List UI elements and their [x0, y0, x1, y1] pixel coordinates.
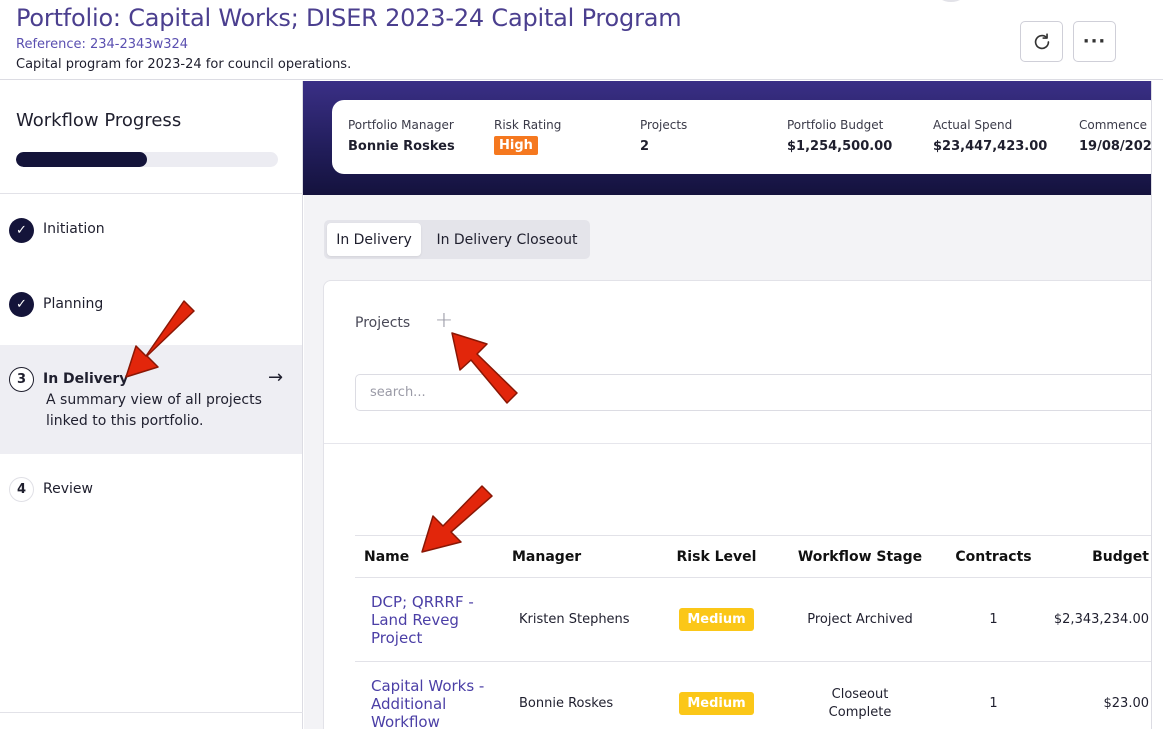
table-row[interactable]: Capital Works - Additional Workflow Bonn…	[355, 661, 1163, 729]
projects-table: Name Manager Risk Level Workflow Stage C…	[355, 535, 1163, 729]
portfolio-page: Portfolio: Capital Works; DISER 2023-24 …	[0, 0, 1163, 729]
summary-value: 2	[640, 139, 650, 154]
summary-value: 19/08/2023	[1079, 139, 1161, 154]
column-header-contracts[interactable]: Contracts	[940, 535, 1047, 578]
contracts-count: 1	[940, 661, 1047, 729]
step-description: A summary view of all projects linked to…	[46, 392, 262, 429]
summary-budget: Portfolio Budget $1,254,500.00	[787, 118, 892, 154]
summary-manager: Portfolio Manager Bonnie Roskes	[348, 118, 455, 154]
scrollbar[interactable]	[1151, 81, 1163, 729]
avatar[interactable]	[936, 0, 966, 2]
summary-label: Risk Rating	[494, 118, 562, 132]
summary-label: Commence	[1079, 118, 1148, 132]
risk-level-badge: Medium	[679, 692, 754, 715]
tab-in-delivery[interactable]: In Delivery	[327, 223, 421, 256]
check-icon: ✓	[9, 292, 34, 317]
summary-label: Portfolio Manager	[348, 118, 454, 132]
add-project-button[interactable]: +	[433, 310, 455, 333]
sidebar-step-review[interactable]: 4 Review	[0, 454, 302, 524]
workflow-progress-title: Workflow Progress	[16, 110, 182, 131]
check-icon: ✓	[9, 218, 34, 243]
refresh-icon	[1034, 32, 1049, 49]
portfolio-summary-card: Portfolio Manager Bonnie Roskes Risk Rat…	[332, 100, 1162, 174]
step-label: Initiation	[43, 221, 105, 237]
page-subtitle: Capital program for 2023-24 for council …	[16, 57, 352, 72]
workflow-stage: Project Archived	[807, 611, 913, 627]
sidebar-step-initiation[interactable]: ✓ Initiation	[0, 194, 302, 269]
column-header-stage[interactable]: Workflow Stage	[780, 535, 940, 578]
sidebar-divider	[0, 712, 303, 713]
project-link[interactable]: DCP; QRRRF - Land Reveg Project	[371, 593, 496, 647]
step-number-badge: 3	[9, 367, 34, 392]
column-header-budget[interactable]: Budget	[1047, 535, 1163, 578]
step-label: Review	[43, 481, 93, 497]
panel-divider	[324, 443, 1163, 444]
project-manager: Bonnie Roskes	[503, 661, 653, 729]
page-title: Portfolio: Capital Works; DISER 2023-24 …	[16, 4, 682, 32]
column-header-name[interactable]: Name	[355, 535, 503, 578]
contracts-count: 1	[940, 577, 1047, 662]
project-budget: $23.00	[1047, 661, 1163, 729]
step-label: Planning	[43, 296, 104, 312]
summary-commence: Commence 19/08/2023	[1079, 118, 1161, 154]
reference-text: Reference: 234-2343w324	[16, 37, 189, 52]
workflow-stage: Closeout Complete	[828, 686, 892, 720]
summary-risk: Risk Rating High	[494, 118, 561, 155]
risk-level-badge: Medium	[679, 608, 754, 631]
table-header-row: Name Manager Risk Level Workflow Stage C…	[355, 535, 1163, 578]
summary-value: Bonnie Roskes	[348, 139, 455, 154]
summary-label: Actual Spend	[933, 118, 1013, 132]
arrow-right-icon[interactable]: →	[268, 367, 283, 388]
project-link[interactable]: Capital Works - Additional Workflow	[371, 677, 496, 729]
summary-value: $23,447,423.00	[933, 139, 1048, 154]
refresh-button[interactable]	[1020, 21, 1063, 62]
workflow-progress-bar	[16, 152, 278, 167]
search-input[interactable]	[355, 374, 1163, 411]
sidebar-step-planning[interactable]: ✓ Planning	[0, 269, 302, 345]
summary-label: Portfolio Budget	[787, 118, 884, 132]
projects-label: Projects	[355, 315, 411, 331]
page-header: Portfolio: Capital Works; DISER 2023-24 …	[0, 0, 1163, 80]
summary-label: Projects	[640, 118, 688, 132]
summary-value: $1,254,500.00	[787, 139, 893, 154]
workflow-sidebar: Workflow Progress ✓ Initiation ✓ Plannin…	[0, 81, 303, 729]
summary-spend: Actual Spend $23,447,423.00	[933, 118, 1047, 154]
project-budget: $2,343,234.00	[1047, 577, 1163, 662]
more-options-button[interactable]: ···	[1073, 21, 1116, 62]
summary-projects: Projects 2	[640, 118, 687, 154]
step-label: In Delivery	[43, 371, 129, 387]
risk-badge: High	[494, 136, 538, 155]
project-manager: Kristen Stephens	[503, 577, 653, 662]
workflow-progress-fill	[16, 152, 147, 167]
tab-in-delivery-closeout[interactable]: In Delivery Closeout	[427, 223, 587, 256]
sidebar-step-in-delivery[interactable]: 3 In Delivery A summary view of all proj…	[0, 345, 302, 454]
step-number-badge: 4	[9, 477, 34, 502]
column-header-manager[interactable]: Manager	[503, 535, 653, 578]
column-header-risk[interactable]: Risk Level	[653, 535, 780, 578]
delivery-tabs: In Delivery In Delivery Closeout	[324, 220, 590, 259]
table-row[interactable]: DCP; QRRRF - Land Reveg Project Kristen …	[355, 577, 1163, 662]
